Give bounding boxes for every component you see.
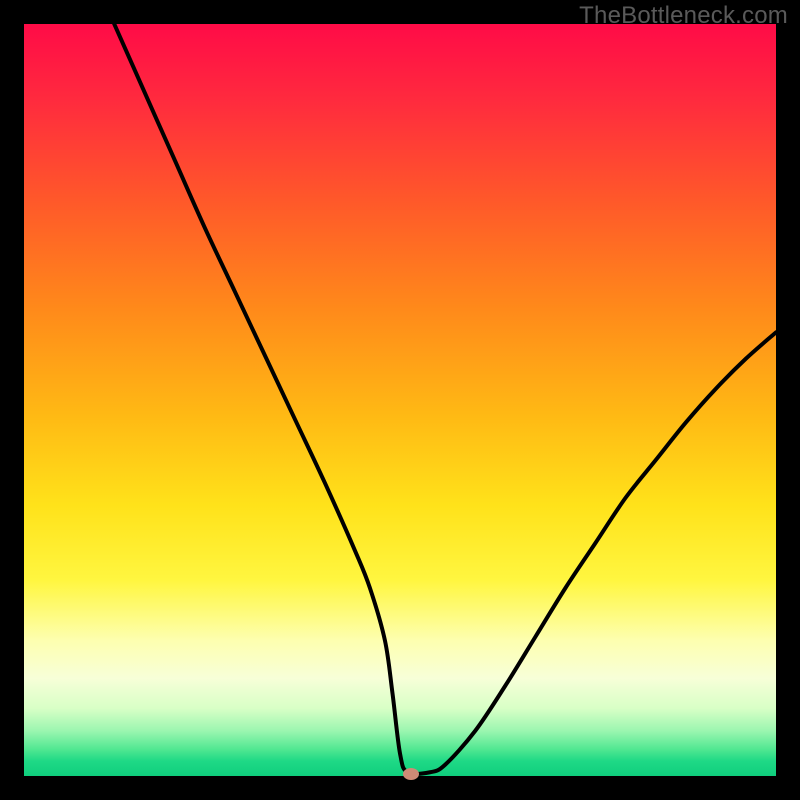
gradient-plot-area <box>24 24 776 776</box>
optimum-marker <box>403 768 419 780</box>
chart-frame: TheBottleneck.com <box>0 0 800 800</box>
watermark-text: TheBottleneck.com <box>579 2 788 30</box>
